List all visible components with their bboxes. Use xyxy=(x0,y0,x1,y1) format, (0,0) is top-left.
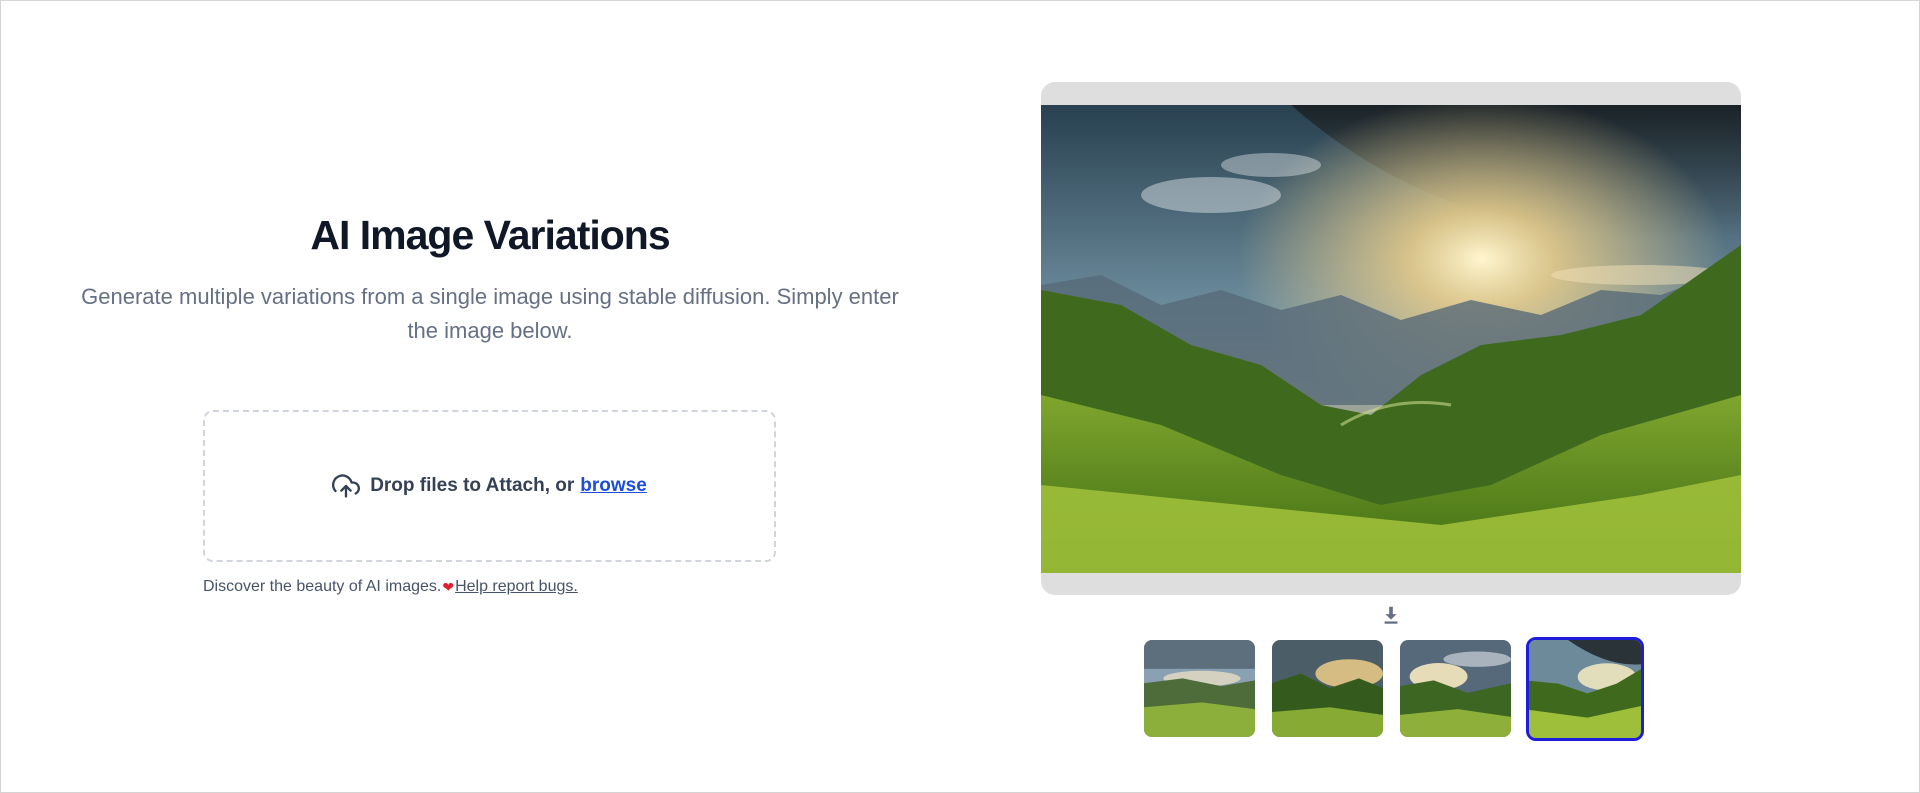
report-bugs-link[interactable]: Help report bugs. xyxy=(455,578,578,596)
thumbnail-variation-1[interactable] xyxy=(1142,638,1257,739)
main-preview-image xyxy=(1041,105,1741,573)
file-dropzone[interactable]: Drop files to Attach, or browse xyxy=(203,410,776,562)
download-icon[interactable] xyxy=(1380,603,1402,627)
dropzone-prompt: Drop files to Attach, or xyxy=(370,475,575,496)
footer-note: Discover the beauty of AI images. ❤ Help… xyxy=(203,578,578,596)
heart-icon: ❤ xyxy=(442,578,455,595)
discover-text: Discover the beauty of AI images. xyxy=(203,578,442,595)
thumbnail-strip xyxy=(1142,637,1644,741)
browse-link[interactable]: browse xyxy=(580,475,647,497)
page-subtitle: Generate multiple variations from a sing… xyxy=(81,284,899,343)
hero-section: AI Image Variations Generate multiple va… xyxy=(60,210,920,348)
thumbnail-variation-3[interactable] xyxy=(1398,638,1513,739)
image-viewer xyxy=(1041,82,1741,595)
cloud-upload-icon xyxy=(332,474,361,498)
thumbnail-variation-2[interactable] xyxy=(1270,638,1385,739)
page-title: AI Image Variations xyxy=(310,212,670,258)
thumbnail-variation-4[interactable] xyxy=(1526,637,1644,741)
